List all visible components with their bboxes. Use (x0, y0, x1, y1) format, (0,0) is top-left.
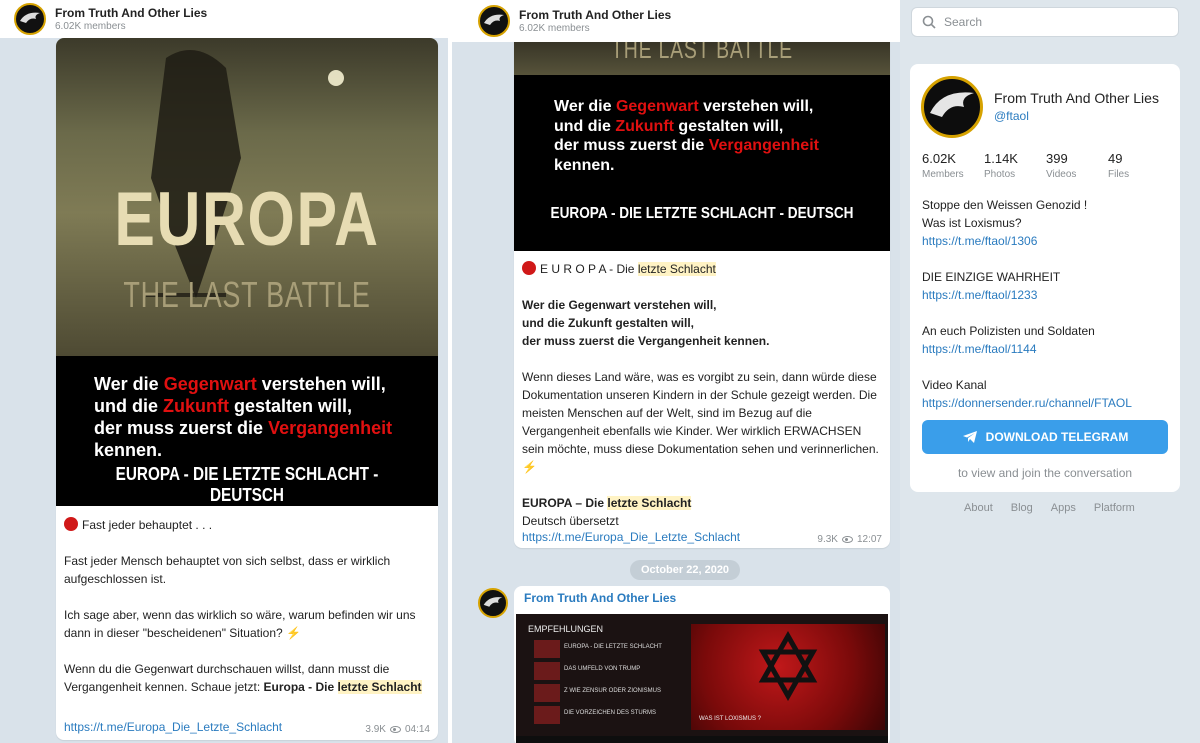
footer-link-apps[interactable]: Apps (1051, 502, 1076, 514)
chat-header[interactable]: From Truth And Other Lies 6.02K members (452, 0, 900, 42)
search-box[interactable] (911, 7, 1179, 37)
poster-footer: EUROPA - DIE LETZTE SCHLACHT - DEUTSCH (550, 205, 854, 222)
message-link[interactable]: https://t.me/Europa_Die_Letzte_Schlacht (64, 720, 282, 734)
eye-icon (841, 536, 853, 543)
poster-quote: Wer die Gegenwart verstehen will, und di… (554, 98, 819, 174)
eagle-icon (20, 12, 40, 23)
left-chat-panel: From Truth And Other Lies 6.02K members … (0, 0, 448, 743)
star-graphic (691, 624, 885, 730)
red-circle-icon (522, 261, 536, 275)
chat-header[interactable]: From Truth And Other Lies 6.02K members (0, 0, 448, 38)
sender-name[interactable]: From Truth And Other Lies (524, 591, 676, 605)
post-message: THE LAST BATTLE Wer die Gegenwart verste… (514, 30, 890, 548)
channel-title: From Truth And Other Lies (55, 6, 208, 20)
search-input[interactable] (944, 15, 1164, 29)
message-time: 12:07 (856, 534, 882, 545)
star-icon (758, 630, 818, 702)
message-body: Fast jeder behauptet . . . Fast jeder Me… (64, 517, 422, 694)
stat-files: 49 Files (1108, 151, 1130, 180)
poster-subtitle: THE LAST BATTLE (123, 274, 371, 315)
channel-title: From Truth And Other Lies (994, 90, 1159, 106)
poster-image[interactable]: EUROPA THE LAST BATTLE Wer die Gegenwart… (56, 38, 438, 506)
eagle-icon (483, 597, 503, 607)
message-meta: 3.9K 04:14 (365, 724, 430, 735)
poster-footer: EUROPA - DIE LETZTE SCHLACHT - DEUTSCH (115, 464, 379, 505)
channel-avatar[interactable] (478, 5, 510, 37)
message-link[interactable]: https://t.me/Europa_Die_Letzte_Schlacht (522, 530, 740, 544)
view-count: 3.9K (365, 724, 386, 735)
download-telegram-button[interactable]: DOWNLOAD TELEGRAM (922, 420, 1168, 454)
thumb-header: EMPFEHLUNGEN (528, 624, 604, 634)
message-body: E U R O P A - Die letzte Schlacht Wer di… (522, 261, 879, 528)
footer-link-blog[interactable]: Blog (1011, 502, 1033, 514)
sender-avatar[interactable] (478, 588, 508, 618)
thumb-caption: WAS IST LOXISMUS ? (699, 716, 762, 722)
post-message: From Truth And Other Lies EMPFEHLUNGEN E… (514, 586, 890, 743)
channel-sidebar: From Truth And Other Lies @ftaol 6.02KMe… (900, 0, 1200, 743)
telegram-icon (962, 431, 977, 443)
video-thumbnail[interactable]: EMPFEHLUNGEN EUROPA - DIE LETZTE SCHLACH… (516, 614, 888, 743)
poster-image[interactable]: THE LAST BATTLE Wer die Gegenwart verste… (514, 30, 890, 251)
eye-icon (389, 726, 401, 733)
message-meta: 9.3K 12:07 (817, 534, 882, 545)
channel-avatar[interactable] (921, 76, 983, 138)
stat-videos: 399 Videos (1046, 151, 1077, 180)
channel-username[interactable]: @ftaol (994, 109, 1029, 123)
description-link[interactable]: https://t.me/ftaol/1144 (922, 342, 1037, 356)
description-link[interactable]: https://t.me/ftaol/1306 (922, 234, 1037, 248)
post-message: EUROPA THE LAST BATTLE Wer die Gegenwart… (56, 38, 438, 740)
channel-title: From Truth And Other Lies (519, 8, 672, 22)
middle-chat-panel: From Truth And Other Lies 6.02K members … (452, 0, 900, 743)
channel-info-card: From Truth And Other Lies @ftaol 6.02K Me… (910, 64, 1180, 492)
view-count: 9.3K (817, 534, 838, 545)
channel-avatar[interactable] (14, 3, 46, 35)
join-hint: to view and join the conversation (957, 466, 1133, 480)
poster-quote: Wer die Gegenwart verstehen will, und di… (94, 374, 393, 460)
stat-members: 6.02K Members (922, 151, 964, 180)
red-circle-icon (64, 517, 78, 531)
stat-photos: 1.14K Photos (984, 151, 1018, 180)
member-count: 6.02K members (519, 23, 590, 34)
lightning-icon: ⚡ (286, 626, 301, 640)
channel-stats: 6.02K Members 1.14K Photos 399 Videos 49 Fil… (922, 151, 1170, 180)
description-link[interactable]: https://donnersender.ru/channel/FTAOL (922, 396, 1132, 410)
footer-nav: About Blog Apps Platform (964, 502, 1135, 514)
lightning-icon: ⚡ (522, 460, 537, 474)
footer-link-about[interactable]: About (964, 502, 993, 514)
description-link[interactable]: https://t.me/ftaol/1233 (922, 288, 1037, 302)
eagle-icon (930, 92, 974, 117)
poster-title: EUROPA (114, 177, 380, 262)
footer-link-platform[interactable]: Platform (1094, 502, 1135, 514)
message-time: 04:14 (404, 724, 430, 735)
date-separator: October 22, 2020 (630, 560, 741, 580)
eagle-icon (484, 14, 504, 25)
member-count: 6.02K members (55, 21, 126, 32)
search-icon (922, 15, 936, 29)
channel-description: Stoppe den Weissen Genozid ! Was ist Lox… (922, 198, 1132, 410)
